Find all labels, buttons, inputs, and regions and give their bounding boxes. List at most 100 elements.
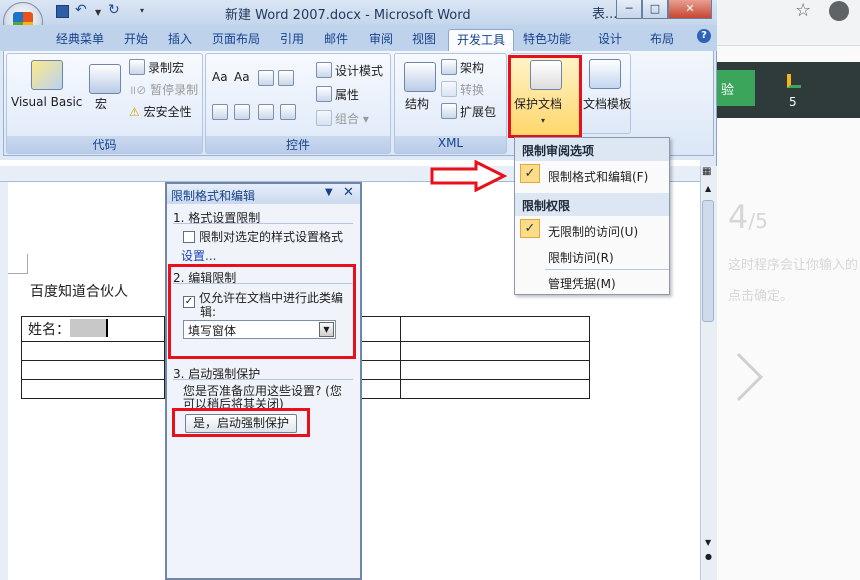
document-template-icon[interactable]	[589, 59, 621, 89]
table-cell[interactable]	[400, 316, 590, 342]
properties-label: 属性	[335, 88, 360, 102]
scroll-down-icon[interactable]: ▼	[705, 538, 711, 547]
protect-dropdown-icon: ▾	[541, 116, 546, 125]
table-cell[interactable]	[400, 379, 590, 399]
tab-review[interactable]: 审阅	[361, 29, 401, 51]
redo-icon[interactable]: ↻	[108, 2, 120, 18]
browse-object-icon[interactable]: ●	[705, 552, 712, 561]
menu-item-restricted-access[interactable]: 限制访问(R)	[515, 244, 669, 269]
start-enforcing-button[interactable]: 是，启动强制保护	[185, 414, 297, 433]
visual-basic-icon[interactable]	[31, 60, 63, 90]
text-control-icon[interactable]: Aa	[234, 70, 250, 84]
maximize-button[interactable]: □	[642, 0, 668, 19]
window-title: 新建 Word 2007.docx - Microsoft Word	[225, 8, 471, 23]
tab-layout[interactable]: 布局	[642, 29, 682, 51]
format-restriction-checkbox[interactable]: 限制对选定的样式设置格式	[183, 228, 343, 245]
menu-section-restrict-review: 限制审阅选项	[515, 138, 669, 161]
table-cell[interactable]	[400, 360, 590, 380]
transform-label: 转换	[460, 83, 485, 97]
document-template-button[interactable]: 文档模板	[583, 95, 631, 112]
experience-button[interactable]: 验	[715, 70, 755, 106]
step-number: 4	[728, 198, 749, 236]
ruler-toggle-icon[interactable]: ▦	[702, 166, 711, 177]
name-label: 姓名：	[28, 322, 70, 338]
properties-button[interactable]: 属性	[316, 86, 359, 103]
menu-item-manage-credentials[interactable]: 管理凭据(M)	[515, 270, 669, 295]
chevron-down-icon[interactable]: ▼	[319, 322, 334, 337]
pane-close-icon[interactable]: ✕	[343, 185, 354, 200]
design-mode-button[interactable]: 设计模式	[316, 62, 383, 79]
tab-mailings[interactable]: 邮件	[316, 29, 356, 51]
visual-basic-button[interactable]: Visual Basic	[11, 95, 82, 109]
structure-icon[interactable]	[404, 62, 436, 92]
save-icon[interactable]	[56, 5, 69, 18]
transform-button[interactable]: 转换	[441, 81, 484, 98]
table-cell[interactable]	[21, 379, 165, 399]
name-form-field[interactable]	[70, 319, 108, 337]
pause-recording-button[interactable]: ॥⊘ 暂停录制	[129, 81, 198, 98]
tab-design[interactable]: 设计	[590, 29, 630, 51]
group-button[interactable]: 组合 ▾	[316, 110, 369, 127]
group-xml-label: XML	[395, 136, 506, 153]
menu-item-label: 限制格式和编辑(F)	[548, 170, 649, 184]
rich-text-control-icon[interactable]: Aa	[212, 70, 228, 84]
dropdown-control-icon[interactable]	[280, 104, 296, 120]
tab-special-features[interactable]: 特色功能	[515, 29, 579, 51]
protect-document-button[interactable]: 保护文档 ▾	[508, 55, 582, 138]
macro-security-label: 宏安全性	[143, 105, 192, 119]
menu-item-label: 无限制的访问(U)	[548, 225, 639, 239]
picture-control-icon[interactable]	[258, 70, 274, 86]
tab-classic-menu[interactable]: 经典菜单	[48, 29, 112, 51]
date-picker-icon[interactable]	[234, 104, 250, 120]
tab-page-layout[interactable]: 页面布局	[204, 29, 268, 51]
warning-icon: ⚠	[129, 105, 144, 119]
tab-insert[interactable]: 插入	[160, 29, 200, 51]
pane-menu-icon[interactable]: ▼	[325, 187, 333, 198]
undo-dropdown-icon[interactable]: ▼	[95, 8, 101, 17]
account-icon[interactable]	[829, 1, 849, 21]
expansion-pack-button[interactable]: 扩展包	[441, 103, 496, 120]
structure-button[interactable]: 结构	[405, 95, 429, 112]
star-icon[interactable]: ☆	[795, 0, 811, 21]
table-cell[interactable]	[21, 360, 165, 380]
group-code-label: 代码	[7, 136, 202, 153]
tab-home[interactable]: 开始	[116, 29, 156, 51]
close-button[interactable]: ✕	[668, 0, 712, 19]
tab-references[interactable]: 引用	[272, 29, 312, 51]
pause-icon: ॥⊘	[129, 83, 151, 97]
step-total: /5	[748, 209, 768, 233]
browser-toolbar: ☆	[715, 0, 860, 46]
record-macro-button[interactable]: 录制宏	[129, 59, 184, 76]
group-label: 组合	[335, 112, 360, 126]
check-icon: ✓	[520, 164, 540, 183]
settings-link[interactable]: 设置...	[181, 247, 216, 264]
editing-type-value: 填写窗体	[188, 324, 237, 338]
combo-box-icon[interactable]	[212, 104, 228, 120]
table-cell[interactable]	[21, 341, 165, 361]
pane-header: 限制格式和编辑 ▼ ✕	[167, 184, 360, 204]
qat-customize-icon[interactable]: ▾	[140, 6, 144, 15]
help-icon[interactable]: ?	[697, 29, 711, 43]
macro-button[interactable]: 宏	[95, 95, 107, 112]
menu-item-unrestricted-access[interactable]: ✓ 无限制的访问(U)	[515, 216, 669, 244]
macro-security-button[interactable]: ⚠ 宏安全性	[129, 103, 192, 120]
undo-icon[interactable]: ↶	[75, 2, 87, 18]
macro-icon[interactable]	[89, 64, 121, 94]
menu-section-restrict-permission: 限制权限	[515, 193, 669, 216]
tab-developer[interactable]: 开发工具	[448, 29, 515, 51]
scroll-up-icon[interactable]: ▲	[705, 184, 711, 193]
editing-type-select[interactable]: 填写窗体 ▼	[183, 320, 336, 339]
check-icon: ✓	[520, 219, 540, 238]
tab-view[interactable]: 视图	[404, 29, 444, 51]
table-cell[interactable]: 姓名：	[21, 316, 165, 342]
schema-button[interactable]: 架构	[441, 59, 484, 76]
hint-text-1: 这时程序会让你输入的	[728, 258, 859, 273]
legacy-tools-icon[interactable]	[278, 70, 294, 86]
table-cell[interactable]	[400, 341, 590, 361]
record-macro-icon	[129, 59, 145, 75]
minimize-button[interactable]: ─	[616, 0, 642, 19]
menu-item-restrict-formatting[interactable]: ✓ 限制格式和编辑(F)	[515, 161, 669, 189]
scrollbar-thumb[interactable]	[702, 200, 714, 322]
pause-recording-label: 暂停录制	[150, 83, 199, 97]
building-block-icon[interactable]	[258, 104, 274, 120]
